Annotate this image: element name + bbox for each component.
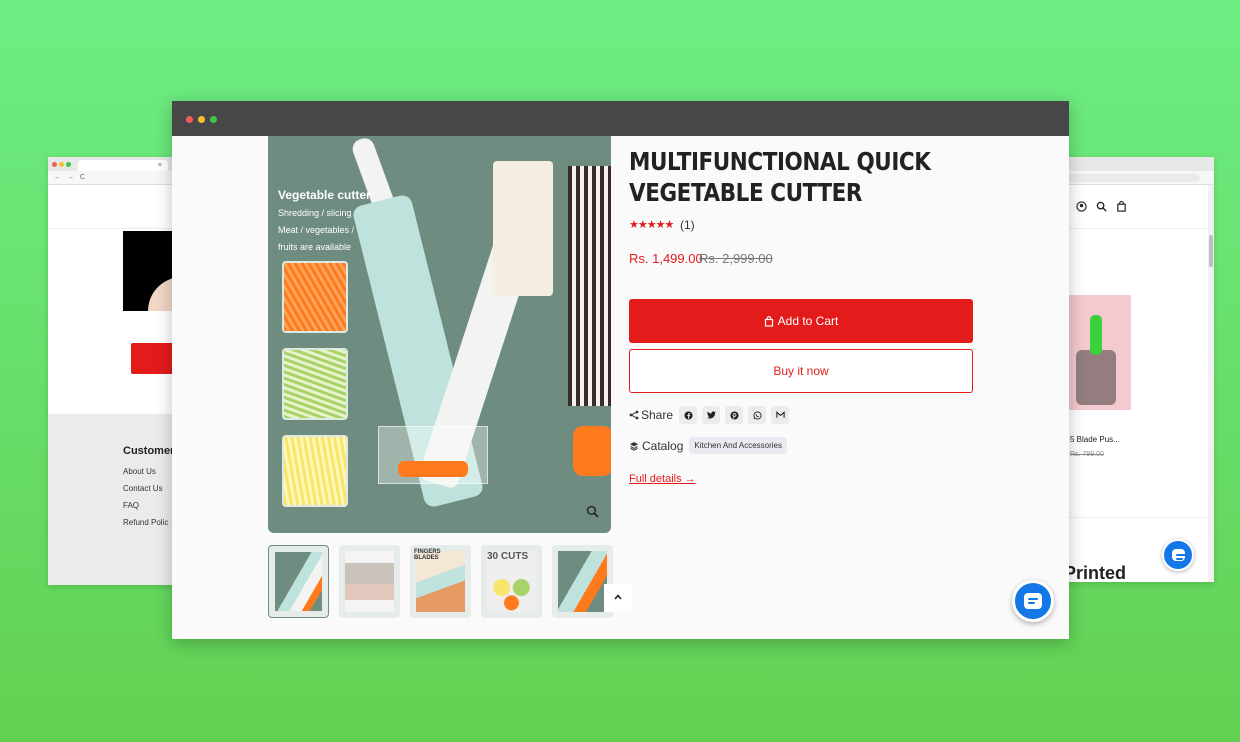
pinterest-icon[interactable] [725, 406, 744, 424]
thumbnail-2-image [345, 551, 394, 612]
hero-line-3: fruits are available [278, 242, 352, 252]
footer [48, 414, 188, 585]
thumbnail-1[interactable] [268, 545, 329, 618]
site-header [48, 185, 188, 229]
footer-link-refund[interactable]: Refund Polic [123, 518, 168, 527]
scrollbar-thumb[interactable] [1209, 235, 1213, 267]
maximize-dot[interactable] [66, 162, 71, 167]
tab-bar: × [48, 157, 188, 171]
main-browser-window: Vegetable cutter Shredding / slicing Mea… [172, 101, 1069, 639]
layers-icon [630, 441, 638, 451]
product-card-image[interactable] [1068, 295, 1131, 410]
hero-line-1: Shredding / slicing [278, 208, 352, 218]
plate-carrots [573, 426, 611, 476]
chat-icon [1171, 549, 1186, 561]
product-main-image[interactable]: Vegetable cutter Shredding / slicing Mea… [268, 136, 611, 533]
browser-tab[interactable]: × [78, 160, 168, 171]
account-icon[interactable] [1076, 201, 1087, 215]
divider [1050, 517, 1208, 518]
scroll-top-button[interactable] [604, 584, 632, 612]
rating-stars[interactable]: ★★★★★ [629, 218, 674, 231]
search-icon[interactable] [1096, 201, 1107, 215]
footer-heading: Customer [123, 445, 175, 457]
footer-link-contact[interactable]: Contact Us [123, 484, 163, 493]
catalog-row: Catalog Kitchen And Accessories [629, 437, 787, 454]
window-title-bar [172, 101, 1069, 136]
chat-button[interactable] [1012, 580, 1054, 622]
facebook-icon[interactable] [679, 406, 698, 424]
hero-title: Vegetable cutter [278, 188, 371, 202]
maximize-dot[interactable] [210, 116, 217, 123]
chat-button[interactable] [1162, 539, 1194, 571]
bag-icon[interactable] [1116, 200, 1127, 215]
product-card-old-price: Rs. 799.00 [1070, 451, 1104, 458]
chat-icon [1024, 593, 1042, 609]
thumbnail-4-label: 30 CUTS [487, 551, 529, 562]
sale-price: Rs. 1,499.00 [629, 251, 703, 266]
footer-link-faq[interactable]: FAQ [123, 501, 139, 510]
product-handle [1090, 315, 1102, 355]
rating-count[interactable]: (1) [680, 218, 695, 232]
thumbnail-4[interactable]: 30 CUTS [481, 545, 542, 618]
thumbnail-5-image [558, 551, 607, 612]
potato-strips-image [282, 435, 348, 507]
add-to-cart-label: Add to Cart [777, 314, 839, 328]
hero-line-2: Meat / vegetables / [278, 225, 355, 235]
thumbnail-3[interactable]: FINGERS BLADES [410, 545, 471, 618]
product-page: Vegetable cutter Shredding / slicing Mea… [172, 136, 1069, 639]
full-details-link[interactable]: Full details → [629, 473, 696, 485]
share-icon [629, 410, 639, 420]
site-header [1050, 185, 1208, 229]
carrot-shreds-image [282, 261, 348, 333]
product-title: MULTIFUNCTIONAL QUICK VEGETABLE CUTTER [629, 147, 931, 207]
close-dot[interactable] [52, 162, 57, 167]
background-browser-window-right: 5 Blade Pus... Rs. 799.00 Printed [1050, 157, 1214, 582]
add-to-cart-button[interactable]: Add to Cart [629, 299, 973, 343]
thumbnail-strip: FINGERS BLADES 30 CUTS [268, 545, 618, 618]
product-jar [1076, 350, 1116, 405]
share-row: Share [629, 404, 794, 426]
product-card-title[interactable]: 5 Blade Pus... [1070, 435, 1120, 444]
tray-carrots [398, 461, 468, 477]
thumbnail-3-label: FINGERS BLADES [414, 549, 441, 561]
chevron-up-icon [614, 594, 622, 600]
buy-now-button[interactable]: Buy it now [629, 349, 973, 393]
nav-buttons[interactable]: ← → C [48, 171, 188, 185]
striped-apron [568, 166, 611, 406]
cucumber-slices-image [282, 348, 348, 420]
bag-icon [764, 315, 773, 327]
buy-now-label: Buy it now [773, 364, 829, 378]
share-label: Share [641, 408, 674, 422]
whatsapp-icon[interactable] [748, 406, 767, 424]
thumbnail-1-image [275, 552, 322, 611]
compare-price: Rs. 2,999.00 [699, 251, 773, 266]
zoom-icon[interactable] [586, 505, 599, 521]
background-browser-window-left: × ← → C Customer About Us Contact Us FAQ… [48, 157, 188, 585]
tab-close-icon[interactable]: × [158, 162, 162, 169]
minimize-dot[interactable] [59, 162, 64, 167]
tab-bar [1050, 157, 1214, 171]
footer-link-about[interactable]: About Us [123, 467, 156, 476]
url-field[interactable] [1058, 174, 1200, 182]
catalog-label: Catalog [642, 438, 684, 453]
minimize-dot[interactable] [198, 116, 205, 123]
url-bar[interactable] [1050, 171, 1214, 185]
catalog-tag-link[interactable]: Kitchen And Accessories [689, 437, 787, 454]
cutter-hopper [493, 161, 553, 296]
close-dot[interactable] [186, 116, 193, 123]
twitter-icon[interactable] [702, 406, 721, 424]
thumbnail-2[interactable] [339, 545, 400, 618]
email-icon[interactable] [771, 406, 790, 424]
section-heading: Printed [1064, 563, 1127, 582]
